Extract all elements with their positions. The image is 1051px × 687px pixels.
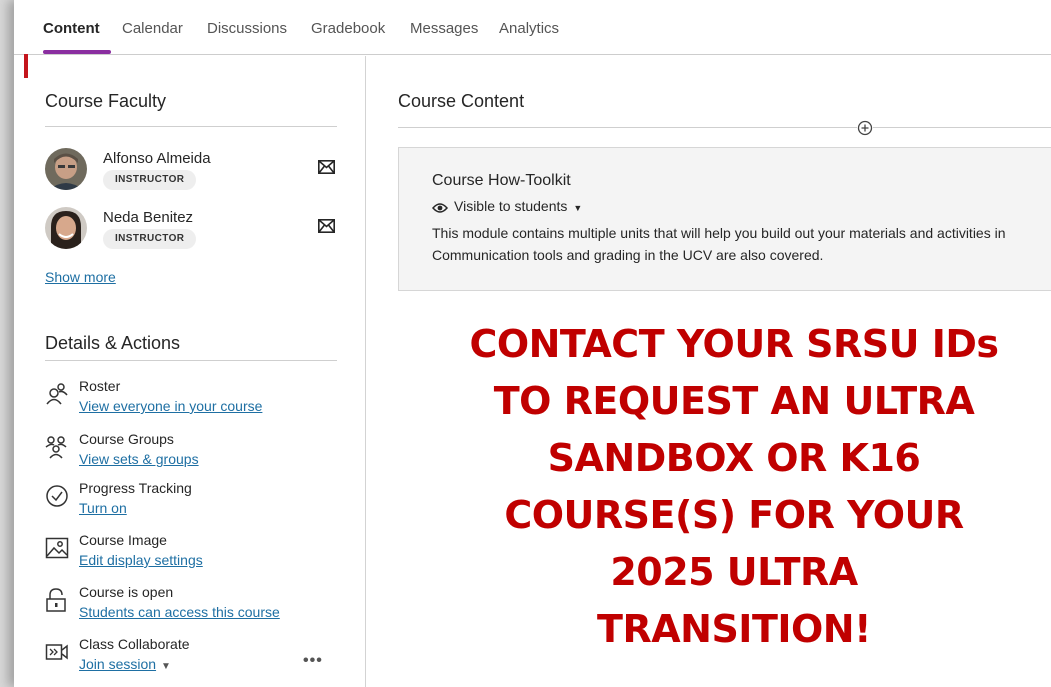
divider <box>398 127 1051 128</box>
faculty-name[interactable]: Neda Benitez <box>103 209 193 226</box>
action-roster: Roster View everyone in your course <box>45 378 345 424</box>
faculty-row: Neda Benitez INSTRUCTOR <box>45 207 337 257</box>
action-progress-tracking: Progress Tracking Turn on <box>45 480 345 526</box>
callout-line: CONTACT YOUR SRSU IDs <box>469 322 999 366</box>
role-badge: INSTRUCTOR <box>103 170 197 190</box>
students-access-link[interactable]: Students can access this course <box>79 604 280 620</box>
divider <box>45 126 337 127</box>
course-top-nav: Content Calendar Discussions Gradebook M… <box>14 0 1051 55</box>
visibility-dropdown[interactable]: Visible to students ▼ <box>432 198 582 214</box>
join-session-link[interactable]: Join session ▼ <box>79 656 171 672</box>
avatar[interactable] <box>45 207 87 249</box>
check-circle-icon <box>46 485 68 507</box>
action-title: Course Groups <box>79 431 174 447</box>
module-card[interactable]: Course How-Toolkit Visible to students ▼ … <box>398 147 1051 291</box>
action-course-open: Course is open Students can access this … <box>45 584 345 630</box>
details-actions-heading: Details & Actions <box>45 333 181 353</box>
tab-gradebook[interactable]: Gradebook <box>311 20 385 37</box>
envelope-icon[interactable] <box>318 160 335 174</box>
turn-on-link[interactable]: Turn on <box>79 500 127 516</box>
action-title: Roster <box>79 378 121 394</box>
action-title: Class Collaborate <box>79 636 190 652</box>
active-tab-indicator <box>43 50 111 54</box>
chevron-down-icon[interactable]: ▼ <box>161 661 171 672</box>
course-faculty-heading: Course Faculty <box>45 91 167 111</box>
action-title: Progress Tracking <box>79 480 192 496</box>
groups-icon <box>45 436 67 459</box>
module-description-line: This module contains multiple units that… <box>432 225 1006 241</box>
action-course-image: Course Image Edit display settings <box>45 532 345 578</box>
faculty-name[interactable]: Alfonso Almeida <box>103 150 211 167</box>
callout-line: 2025 ULTRA <box>610 550 858 594</box>
action-title: Course Image <box>79 532 167 548</box>
view-everyone-link[interactable]: View everyone in your course <box>79 398 262 414</box>
divider <box>45 360 337 361</box>
callout-text: CONTACT YOUR SRSU IDs TO REQUEST AN ULTR… <box>404 316 1051 658</box>
module-description: This module contains multiple units that… <box>432 222 1051 266</box>
callout-line: TRANSITION! <box>597 607 871 651</box>
callout-line: SANDBOX OR K16 <box>547 436 921 480</box>
join-session-label[interactable]: Join session <box>79 656 156 672</box>
tab-messages[interactable]: Messages <box>410 20 478 37</box>
add-content-plus-icon[interactable] <box>857 120 873 136</box>
collaborate-icon <box>45 644 68 660</box>
action-class-collaborate: Class Collaborate Join session ▼ <box>45 636 345 682</box>
edit-display-settings-link[interactable]: Edit display settings <box>79 552 203 568</box>
image-icon <box>45 537 69 559</box>
caret-down-icon: ▼ <box>573 203 583 213</box>
view-sets-groups-link[interactable]: View sets & groups <box>79 451 199 467</box>
callout-line: COURSE(S) FOR YOUR <box>504 493 964 537</box>
envelope-icon[interactable] <box>318 219 335 233</box>
action-title: Course is open <box>79 584 174 600</box>
avatar[interactable] <box>45 148 87 190</box>
course-content-heading: Course Content <box>398 91 525 111</box>
callout-line: TO REQUEST AN ULTRA <box>493 379 975 423</box>
module-description-line: Communication tools and grading in the U… <box>432 247 824 263</box>
unlock-icon <box>46 588 66 612</box>
role-badge: INSTRUCTOR <box>103 229 197 249</box>
tab-analytics[interactable]: Analytics <box>499 20 559 37</box>
faculty-row: Alfonso Almeida INSTRUCTOR <box>45 148 337 198</box>
visibility-label: Visible to students <box>454 198 568 214</box>
eye-icon <box>432 203 448 213</box>
tab-calendar[interactable]: Calendar <box>122 20 183 37</box>
action-course-groups: Course Groups View sets & groups <box>45 431 345 477</box>
module-title[interactable]: Course How-Toolkit <box>432 172 571 190</box>
roster-icon <box>46 383 68 405</box>
left-panel: Course Faculty Alfonso Almeida INSTRUCTO… <box>14 56 366 687</box>
tab-content[interactable]: Content <box>43 20 100 37</box>
course-page: Content Calendar Discussions Gradebook M… <box>14 0 1051 687</box>
show-more-link[interactable]: Show more <box>45 269 116 285</box>
more-options-button[interactable]: ••• <box>303 652 323 670</box>
tab-discussions[interactable]: Discussions <box>207 20 287 37</box>
